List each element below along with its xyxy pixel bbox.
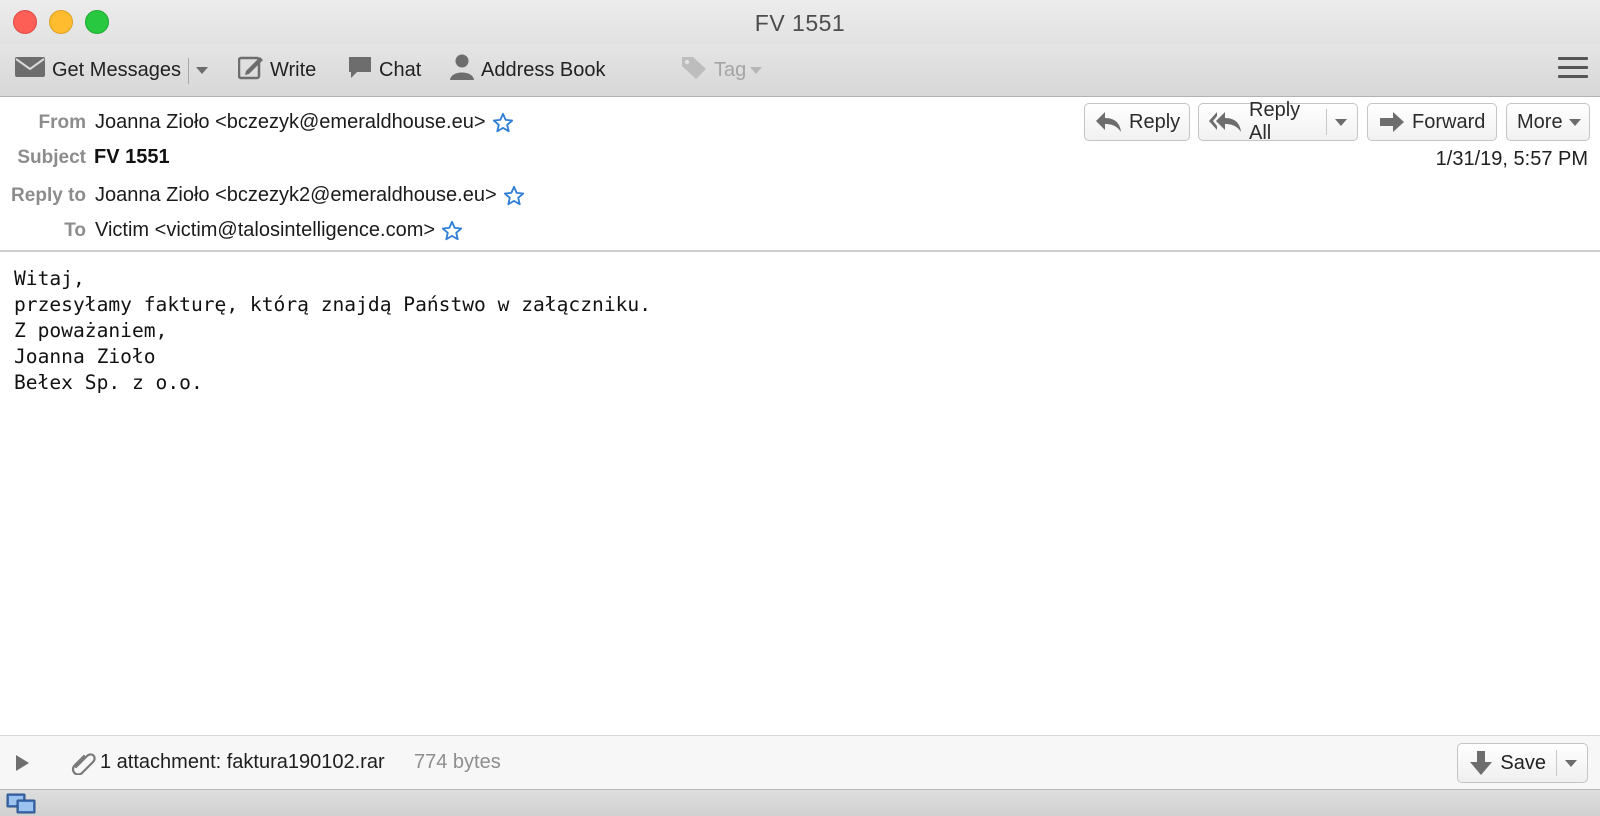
attachment-bar: 1 attachment: faktura190102.rar 774 byte…	[0, 735, 1600, 789]
toolbar-divider	[188, 58, 189, 84]
chat-button[interactable]: Chat	[347, 54, 421, 86]
reply-all-label: Reply All	[1249, 99, 1301, 144]
tag-label: Tag	[714, 58, 747, 81]
reply-to-label: Reply to	[11, 184, 86, 206]
to-label: To	[64, 219, 86, 241]
chevron-down-icon	[196, 66, 208, 74]
app-menu-button[interactable]	[1558, 57, 1588, 83]
to-address[interactable]: Victim <victim@talosintelligence.com>	[95, 219, 435, 242]
save-label: Save	[1500, 751, 1546, 774]
reply-arrow-icon	[1095, 110, 1123, 134]
body-line: Joanna Zioło	[14, 345, 156, 368]
download-arrow-icon	[1468, 750, 1494, 776]
subject-row: Subject FV 1551	[0, 146, 170, 169]
body-line: Bełex Sp. z o.o.	[14, 371, 203, 394]
reply-to-address[interactable]: Joanna Zioło <bczezyk2@emeraldhouse.eu>	[95, 184, 497, 207]
write-label: Write	[270, 58, 317, 81]
from-label: From	[38, 111, 87, 133]
envelope-icon	[14, 55, 46, 85]
chevron-down-icon	[1568, 118, 1581, 126]
get-messages-button[interactable]: Get Messages	[14, 54, 181, 86]
attachment-summary[interactable]: 1 attachment: faktura190102.rar	[100, 751, 385, 774]
message-date: 1/31/19, 5:57 PM	[1435, 148, 1588, 170]
star-icon[interactable]	[503, 185, 525, 207]
window-title: FV 1551	[754, 10, 846, 36]
more-label: More	[1517, 110, 1563, 133]
from-address[interactable]: Joanna Zioło <bczezyk@emeraldhouse.eu>	[95, 111, 486, 134]
title-bar: FV 1551	[0, 0, 1600, 44]
write-button[interactable]: Write	[237, 54, 317, 86]
main-toolbar: Get Messages Write Chat Address Book Tag	[0, 44, 1600, 97]
chevron-down-icon	[750, 66, 763, 74]
save-attachment-button[interactable]: Save	[1457, 743, 1588, 783]
subject-label: Subject	[17, 146, 86, 168]
network-status-icon[interactable]	[6, 793, 36, 816]
star-icon[interactable]	[492, 112, 514, 134]
paperclip-icon	[70, 751, 96, 780]
body-line: przesyłamy fakturę, którą znajdą Państwo…	[14, 293, 652, 316]
person-icon	[449, 53, 475, 87]
chevron-down-icon[interactable]	[1335, 118, 1347, 126]
more-button[interactable]: More	[1506, 103, 1590, 141]
hamburger-line	[1558, 75, 1588, 78]
reply-button[interactable]: Reply	[1084, 103, 1190, 141]
subject-value: FV 1551	[94, 146, 170, 168]
button-divider	[1556, 750, 1557, 776]
from-row: From Joanna Zioło <bczezyk@emeraldhouse.…	[0, 111, 514, 134]
reply-to-row: Reply to Joanna Zioło <bczezyk2@emeraldh…	[0, 184, 525, 207]
get-messages-label: Get Messages	[52, 58, 181, 81]
tag-icon	[680, 54, 708, 86]
get-messages-dropdown[interactable]	[196, 54, 208, 86]
tag-button[interactable]: Tag	[680, 54, 763, 86]
hamburger-line	[1558, 57, 1588, 60]
to-row: To Victim <victim@talosintelligence.com>	[0, 219, 463, 242]
attachment-size: 774 bytes	[414, 751, 501, 773]
message-body: Witaj, przesyłamy fakturę, którą znajdą P…	[0, 252, 1600, 735]
reply-label: Reply	[1129, 110, 1181, 133]
body-line: Z poważaniem,	[14, 319, 168, 342]
star-icon[interactable]	[441, 220, 463, 242]
forward-button[interactable]: Forward	[1367, 103, 1497, 141]
message-header: From Joanna Zioło <bczezyk@emeraldhouse.…	[0, 97, 1600, 252]
forward-arrow-icon	[1378, 110, 1406, 134]
reply-all-button[interactable]: Reply All	[1198, 99, 1358, 144]
address-book-button[interactable]: Address Book	[449, 54, 606, 86]
button-divider	[1326, 109, 1327, 135]
address-book-label: Address Book	[481, 58, 606, 81]
reply-all-arrow-icon	[1209, 110, 1243, 134]
body-line: Witaj,	[14, 267, 85, 290]
chat-label: Chat	[379, 58, 422, 81]
forward-label: Forward	[1412, 110, 1486, 133]
status-bar	[0, 789, 1600, 816]
expand-attachments-toggle[interactable]	[16, 755, 29, 771]
chat-bubble-icon	[347, 54, 373, 86]
pencil-icon	[237, 54, 264, 86]
chevron-down-icon[interactable]	[1565, 759, 1577, 767]
hamburger-line	[1558, 66, 1588, 69]
